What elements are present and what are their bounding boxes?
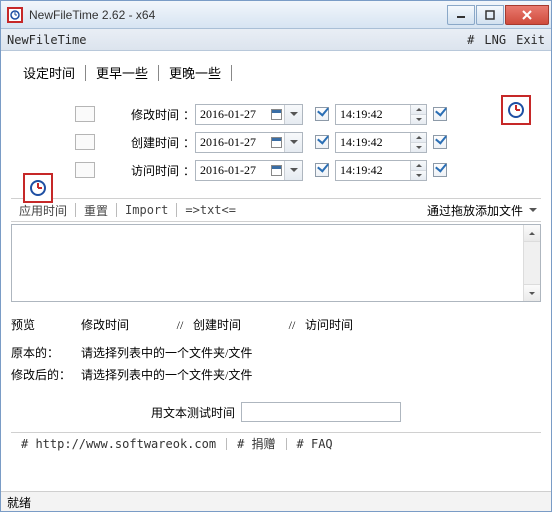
clock-icon-button-right[interactable] [501,95,531,125]
date-picker-access[interactable]: 2016-01-27 [195,160,303,181]
check-date-create[interactable] [315,135,329,149]
check-time-create[interactable] [433,135,447,149]
menu-hash[interactable]: # [467,33,474,47]
menu-exit[interactable]: Exit [516,33,545,47]
time-picker-access[interactable]: 14:19:42 [335,160,427,181]
menu-lng[interactable]: LNG [484,33,506,47]
list-toolbar: 应用时间 重置 Import =>txt<= 通过拖放添加文件 [11,198,541,222]
original-value: 请选择列表中的一个文件夹/文件 [81,342,252,364]
client-area: 设定时间 更早一些 更晚一些 修改时间 ： 2016-01-27 [1,51,551,491]
time-picker-modify[interactable]: 14:19:42 [335,104,427,125]
date-drop-icon[interactable] [284,133,302,152]
after-label: 修改后的： [11,364,81,386]
export-txt-button[interactable]: =>txt<= [177,203,244,217]
drag-add-dropdown[interactable]: 通过拖放添加文件 [427,202,541,219]
status-bar: 就绪 [1,491,551,511]
clock-icon-button-left[interactable] [23,173,53,203]
app-icon [7,7,23,23]
check-date-modify[interactable] [315,107,329,121]
tab-set-time[interactable]: 设定时间 [19,61,79,84]
apply-time-button[interactable]: 应用时间 [11,202,75,219]
date-picker-modify[interactable]: 2016-01-27 [195,104,303,125]
after-value: 请选择列表中的一个文件夹/文件 [81,364,252,386]
footer-donate[interactable]: # 捐赠 [237,435,275,452]
check-date-access[interactable] [315,163,329,177]
enable-create-box[interactable] [75,134,95,150]
original-label: 原本的： [11,342,81,364]
label-create: 创建时间 [101,134,179,151]
app-name-label: NewFileTime [7,33,86,47]
maximize-button[interactable] [476,5,504,25]
scrollbar[interactable] [523,225,540,301]
import-button[interactable]: Import [117,203,176,217]
test-row: 用文本测试时间 [11,402,541,422]
test-label: 用文本测试时间 [151,404,235,421]
app-window: NewFileTime 2.62 - x64 NewFileTime # LNG… [0,0,552,512]
date-drop-icon[interactable] [284,161,302,180]
check-time-access[interactable] [433,163,447,177]
row-access: 访问时间 ： 2016-01-27 14:19:42 [11,156,541,184]
footer-url[interactable]: # http://www.softwareok.com [21,437,216,451]
menubar: NewFileTime # LNG Exit [1,29,551,51]
label-access: 访问时间 [101,162,179,179]
time-picker-create[interactable]: 14:19:42 [335,132,427,153]
titlebar[interactable]: NewFileTime 2.62 - x64 [1,1,551,29]
row-create: 创建时间 ： 2016-01-27 14:19:42 [11,128,541,156]
calendar-icon [271,165,282,176]
datetime-rows: 修改时间 ： 2016-01-27 14:19:42 创建时间 ： [11,100,541,184]
date-drop-icon[interactable] [284,105,302,124]
date-picker-create[interactable]: 2016-01-27 [195,132,303,153]
scroll-up-icon[interactable] [524,225,540,242]
time-spinner[interactable] [410,161,426,180]
preview-header-label: 预览 [11,314,81,336]
reset-button[interactable]: 重置 [76,202,116,219]
close-button[interactable] [505,5,549,25]
label-modify: 修改时间 [101,106,179,123]
tab-later[interactable]: 更晚一些 [165,61,225,84]
calendar-icon [271,137,282,148]
row-modify: 修改时间 ： 2016-01-27 14:19:42 [11,100,541,128]
check-time-modify[interactable] [433,107,447,121]
time-spinner[interactable] [410,105,426,124]
preview-area: 预览 修改时间 // 创建时间 // 访问时间 原本的： 请选择列表中的一个文件… [11,314,541,386]
enable-modify-box[interactable] [75,106,95,122]
time-spinner[interactable] [410,133,426,152]
chevron-down-icon [529,208,537,212]
window-title: NewFileTime 2.62 - x64 [29,8,446,22]
mode-tabs: 设定时间 更早一些 更晚一些 [19,61,541,84]
enable-access-box[interactable] [75,162,95,178]
file-list[interactable] [11,224,541,302]
footer-faq[interactable]: # FAQ [297,437,333,451]
footer-links: # http://www.softwareok.com # 捐赠 # FAQ [11,432,541,454]
minimize-button[interactable] [447,5,475,25]
test-time-input[interactable] [241,402,401,422]
tab-earlier[interactable]: 更早一些 [92,61,152,84]
calendar-icon [271,109,282,120]
scroll-down-icon[interactable] [524,284,540,301]
